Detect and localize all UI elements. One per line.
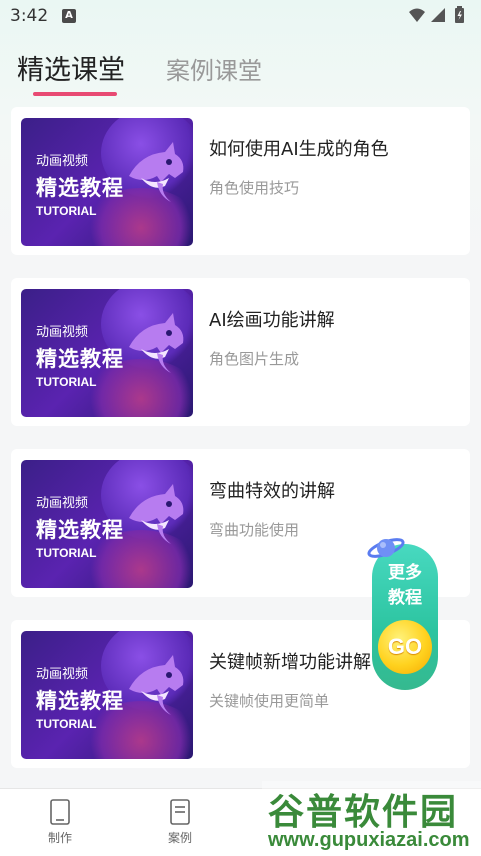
document-icon [170,799,190,825]
course-subtitle: 关键帧使用更简单 [209,692,330,710]
course-subtitle: 角色图片生成 [209,350,300,368]
nav-item-cases[interactable]: 案例 [150,799,210,846]
more-tutorials-line1: 更多 [388,563,422,583]
course-thumbnail: 动画视频 精选教程 TUTORIAL [21,460,193,588]
thumbnail-sub: 动画视频 [36,154,89,169]
planet-icon [367,538,405,558]
course-subtitle: 弯曲功能使用 [209,521,300,539]
tab-featured[interactable]: 精选课堂 [17,48,125,87]
nav-label-cases: 案例 [167,831,192,845]
thumbnail-en: TUTORIAL [36,717,97,731]
thumbnail-sub: 动画视频 [36,667,89,682]
thumbnail-en: TUTORIAL [36,375,97,389]
course-card[interactable]: 动画视频 精选教程 TUTORIAL AI绘画功能讲解 角色图片生成 [11,278,470,426]
course-thumbnail: 动画视频 精选教程 TUTORIAL [21,631,193,759]
thumbnail-sub: 动画视频 [36,496,89,511]
nav-item-create[interactable]: 制作 [30,799,90,846]
more-tutorials-button[interactable]: 更多 教程 GO [366,532,442,692]
course-card[interactable]: 动画视频 精选教程 TUTORIAL 如何使用AI生成的角色 角色使用技巧 [11,107,470,255]
status-bar: 3:42 A [0,0,481,32]
signal-icon [431,8,445,22]
shark-icon [129,142,184,202]
course-title: 关键帧新增功能讲解 [209,652,371,673]
thumbnail-main: 精选教程 [36,689,124,713]
thumbnail-main: 精选教程 [36,347,124,371]
phone-icon [50,799,70,825]
thumbnail-main: 精选教程 [36,518,124,542]
nav-label-create: 制作 [47,831,72,845]
course-title: 弯曲特效的讲解 [209,481,335,502]
shark-icon [129,484,184,544]
course-thumbnail: 动画视频 精选教程 TUTORIAL [21,118,193,246]
thumbnail-main: 精选教程 [36,176,124,200]
notification-icon: A [62,9,76,23]
watermark-url: www.gupuxiazai.com [268,829,470,851]
thumbnail-sub: 动画视频 [36,325,89,340]
watermark-title: 谷普软件园 [268,792,459,833]
shark-icon [129,313,184,373]
go-badge: GO [378,620,432,674]
course-title: AI绘画功能讲解 [209,310,335,331]
course-thumbnail: 动画视频 精选教程 TUTORIAL [21,289,193,417]
wifi-icon [409,8,425,22]
thumbnail-en: TUTORIAL [36,546,97,560]
watermark: 谷普软件园 www.gupuxiazai.com [262,781,481,856]
shark-icon [129,655,184,715]
tab-bar: 精选课堂 案例课堂 [0,40,481,100]
status-time: 3:42 [10,6,49,26]
status-icons [407,6,469,30]
thumbnail-en: TUTORIAL [36,204,97,218]
course-title: 如何使用AI生成的角色 [209,139,389,160]
battery-icon [455,6,464,23]
tab-indicator [33,92,117,96]
course-subtitle: 角色使用技巧 [209,179,300,197]
more-tutorials-line2: 教程 [388,588,422,608]
tab-cases[interactable]: 案例课堂 [166,51,262,86]
